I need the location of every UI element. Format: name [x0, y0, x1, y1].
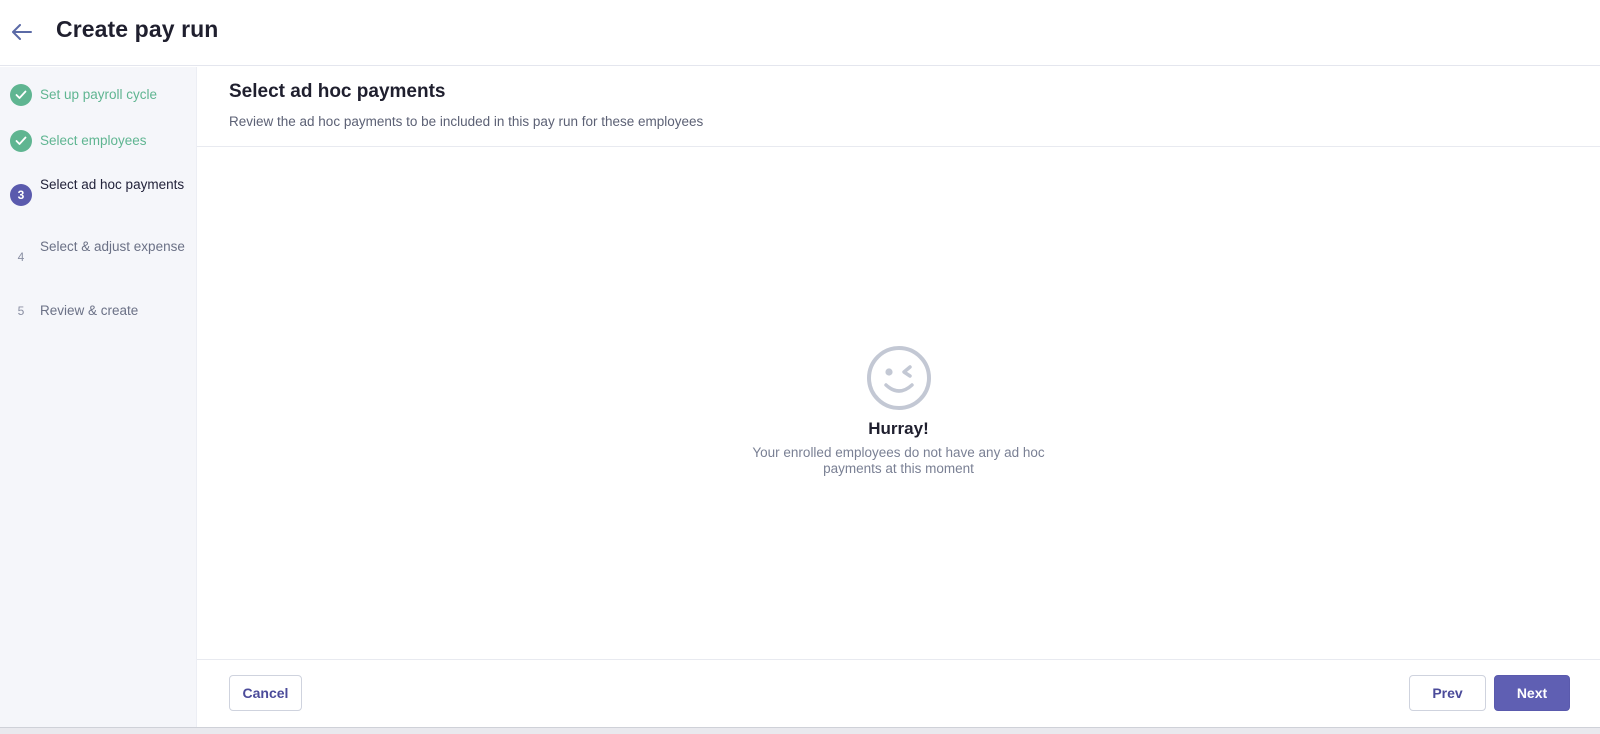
- step-label: Select & adjust expense: [40, 239, 185, 254]
- top-bar: Create pay run: [0, 0, 1600, 66]
- next-button[interactable]: Next: [1494, 675, 1570, 711]
- action-footer: Cancel Prev Next: [197, 659, 1600, 727]
- stepper-sidebar: Set up payroll cycle Select employees 3 …: [0, 67, 197, 727]
- back-button[interactable]: [9, 19, 35, 45]
- step-select-ad-hoc-payments[interactable]: 3 Select ad hoc payments: [0, 175, 197, 215]
- step-number: 4: [17, 250, 25, 264]
- step-select-employees[interactable]: Select employees: [0, 129, 197, 153]
- empty-state-title: Hurray!: [868, 419, 929, 438]
- section-title: Select ad hoc payments: [229, 81, 446, 102]
- empty-state: Hurray! Your enrolled employees do not h…: [197, 345, 1600, 477]
- section-header: Select ad hoc payments Review the ad hoc…: [197, 67, 1600, 147]
- step-number-badge: 3: [10, 184, 32, 206]
- step-label: Set up payroll cycle: [40, 87, 158, 102]
- horizontal-scrollbar[interactable]: [0, 727, 1600, 734]
- step-number: 5: [17, 304, 25, 318]
- wink-face-icon: [866, 346, 931, 410]
- step-label: Select ad hoc payments: [40, 177, 185, 192]
- step-review-create[interactable]: 5 Review & create: [0, 299, 197, 323]
- page-title: Create pay run: [56, 16, 219, 42]
- step-label: Select employees: [40, 133, 147, 148]
- empty-state-message: Your enrolled employees do not have any …: [752, 445, 1045, 476]
- check-icon: [10, 130, 32, 152]
- check-icon: [10, 84, 32, 106]
- step-select-adjust-expense[interactable]: 4 Select & adjust expense: [0, 237, 197, 277]
- cancel-button[interactable]: Cancel: [229, 675, 302, 711]
- section-subtitle: Review the ad hoc payments to be include…: [229, 114, 704, 129]
- prev-button[interactable]: Prev: [1409, 675, 1486, 711]
- step-label: Review & create: [40, 303, 139, 318]
- main-content: Select ad hoc payments Review the ad hoc…: [197, 67, 1600, 727]
- arrow-left-icon: [12, 24, 32, 40]
- step-setup-payroll-cycle[interactable]: Set up payroll cycle: [0, 83, 197, 107]
